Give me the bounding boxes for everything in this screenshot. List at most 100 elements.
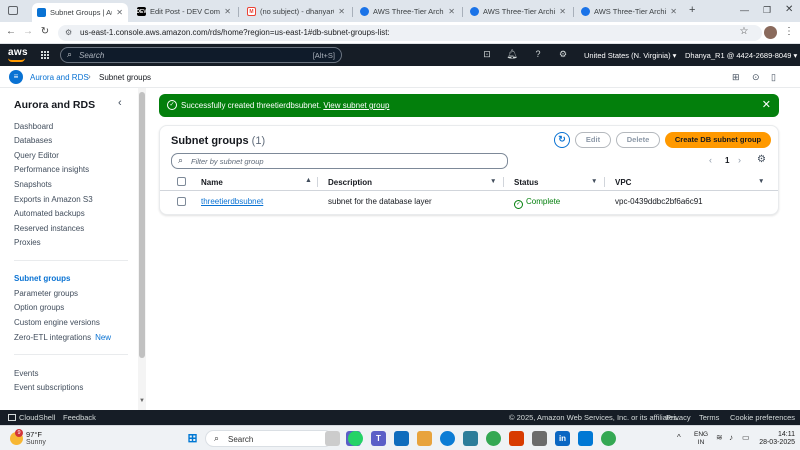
sort-icon[interactable]: ▼ [758,178,764,185]
column-header-status[interactable]: Status [514,178,538,187]
sidebar-item-proxies[interactable]: Proxies [14,238,41,247]
minimize-icon[interactable]: — [740,5,749,15]
table-preferences-gear-icon[interactable]: ⚙ [757,154,766,165]
file-explorer-icon[interactable] [417,431,432,446]
linkedin-icon[interactable]: in [555,431,570,446]
store-icon[interactable] [463,431,478,446]
close-icon[interactable]: ✕ [559,7,566,16]
previous-page-icon[interactable]: ‹ [709,155,712,165]
more-menu-icon[interactable]: ⋮ [782,26,796,37]
panel-tools-icon[interactable]: ⊞ [732,72,740,83]
select-all-checkbox[interactable] [177,177,186,186]
weather-condition[interactable]: Sunny [26,439,46,446]
row-checkbox[interactable] [177,197,186,206]
volume-icon[interactable]: ♪ [729,433,733,442]
subnet-group-name-link[interactable]: threetierdbsubnet [201,197,263,206]
create-db-subnet-group-button[interactable]: Create DB subnet group [665,132,771,148]
delete-button[interactable]: Delete [616,132,660,148]
tab-subnet-groups[interactable]: Subnet Groups | Aurora and ✕ [32,3,128,22]
site-info-icon[interactable]: ⚙ [65,28,72,37]
menu-hamburger-icon[interactable]: ≡ [9,70,23,84]
restore-icon[interactable]: ❐ [763,5,771,16]
back-icon[interactable]: ← [4,26,18,37]
sidebar-scrollbar[interactable]: ▼ [138,88,146,410]
cloudshell-icon[interactable]: ⊡ [481,49,493,60]
tab-search-icon[interactable] [8,6,18,15]
outlook-icon[interactable] [578,431,593,446]
privacy-link[interactable]: Privacy [666,413,691,422]
sidebar-item-snapshots[interactable]: Snapshots [14,180,52,189]
filter-input[interactable]: ⌕ Filter by subnet group [171,153,508,169]
side-panel-icon[interactable]: ▯ [771,72,776,83]
sidebar-item-parameter-groups[interactable]: Parameter groups [14,289,78,298]
sidebar-item-performance-insights[interactable]: Performance insights [14,165,89,174]
account-menu[interactable]: Dhanya_R1 @ 4424-2689-8049 ▾ [685,51,797,60]
sidebar-item-reserved-instances[interactable]: Reserved instances [14,224,84,233]
help-icon[interactable]: ? [532,49,544,59]
next-page-icon[interactable]: › [738,155,741,165]
clock[interactable]: 14:11 28-03-2025 [757,431,795,447]
column-header-vpc[interactable]: VPC [615,178,631,187]
tab-aws-three-tier-3[interactable]: AWS Three-Tier Architectu ✕ [576,3,682,20]
close-icon[interactable]: ✕ [338,7,345,16]
cloudshell-button[interactable]: CloudShell [8,413,55,422]
collapse-sidebar-icon[interactable]: ‹ [118,97,122,109]
edge-browser-icon[interactable] [440,431,455,446]
tab-aws-three-tier-2[interactable]: AWS Three-Tier Architectu ✕ [465,3,571,20]
feedback-link[interactable]: Feedback [63,413,96,422]
close-icon[interactable]: ✕ [224,7,231,16]
sidebar-item-custom-engine-versions[interactable]: Custom engine versions [14,318,100,327]
terms-link[interactable]: Terms [699,413,719,422]
address-bar[interactable]: ⚙ us-east-1.console.aws.amazon.com/rds/h… [58,25,762,41]
sidebar-item-query-editor[interactable]: Query Editor [14,151,59,160]
close-window-icon[interactable]: ✕ [785,4,793,15]
close-icon[interactable]: ✕ [670,7,677,16]
copilot-icon[interactable] [394,431,409,446]
settings-gear-icon[interactable]: ⚙ [557,49,569,60]
input-language[interactable]: ENG IN [694,431,708,447]
sidebar-item-events[interactable]: Events [14,369,38,378]
whatsapp-icon[interactable] [348,431,363,446]
column-header-name[interactable]: Name [201,178,223,187]
taskbar-search[interactable]: ⌕ Search [205,430,333,447]
sidebar-item-databases[interactable]: Databases [14,136,52,145]
sidebar-item-automated-backups[interactable]: Automated backups [14,209,85,218]
teams-icon[interactable]: T [371,431,386,446]
refresh-button[interactable]: ↻ [554,132,570,148]
sidebar-item-subnet-groups[interactable]: Subnet groups [14,274,70,283]
wifi-icon[interactable]: ≋ [716,433,723,442]
column-resizer[interactable] [317,177,318,187]
profile-avatar[interactable] [764,26,777,39]
aws-search-input[interactable]: ⌕ Search [Alt+S] [60,47,342,63]
close-icon[interactable]: ✕ [116,8,123,17]
page-number[interactable]: 1 [725,156,729,165]
sidebar-item-zero-etl[interactable]: Zero-ETL integrations New [14,333,111,342]
notifications-bell-icon[interactable]: 🔔︎ [506,49,518,60]
sort-ascending-icon[interactable]: ▲ [305,177,312,184]
chrome-active-icon[interactable] [601,431,616,446]
services-grid-icon[interactable] [40,50,49,59]
region-selector[interactable]: United States (N. Virginia) ▾ [584,51,676,60]
column-resizer[interactable] [604,177,605,187]
sidebar-scrollbar-thumb[interactable] [139,92,145,358]
bookmark-star-icon[interactable]: ☆ [737,26,751,37]
table-row[interactable]: threetierdbsubnet subnet for the databas… [160,191,778,212]
info-panel-icon[interactable]: ⊙ [752,72,760,83]
windows-start-icon[interactable]: ⊞ [185,431,200,446]
scroll-down-icon[interactable]: ▼ [139,398,145,404]
tab-gmail[interactable]: M (no subject) - dhanyar090 ✕ [242,3,350,20]
app-icon[interactable] [325,431,340,446]
sidebar-item-dashboard[interactable]: Dashboard [14,122,53,131]
column-resizer[interactable] [503,177,504,187]
office-icon[interactable] [509,431,524,446]
sidebar-item-option-groups[interactable]: Option groups [14,303,64,312]
breadcrumb-aurora-and-rds[interactable]: Aurora and RDS [30,73,89,82]
sort-icon[interactable]: ▼ [591,178,597,185]
sidebar-item-exports-s3[interactable]: Exports in Amazon S3 [14,195,93,204]
cookie-preferences-link[interactable]: Cookie preferences [730,413,795,422]
reload-icon[interactable]: ↻ [38,26,52,37]
aws-logo[interactable]: aws [8,47,28,58]
new-tab-button[interactable]: + [689,4,695,16]
edit-button[interactable]: Edit [575,132,611,148]
tab-aws-three-tier-1[interactable]: AWS Three-Tier Architectu ✕ [355,3,460,20]
